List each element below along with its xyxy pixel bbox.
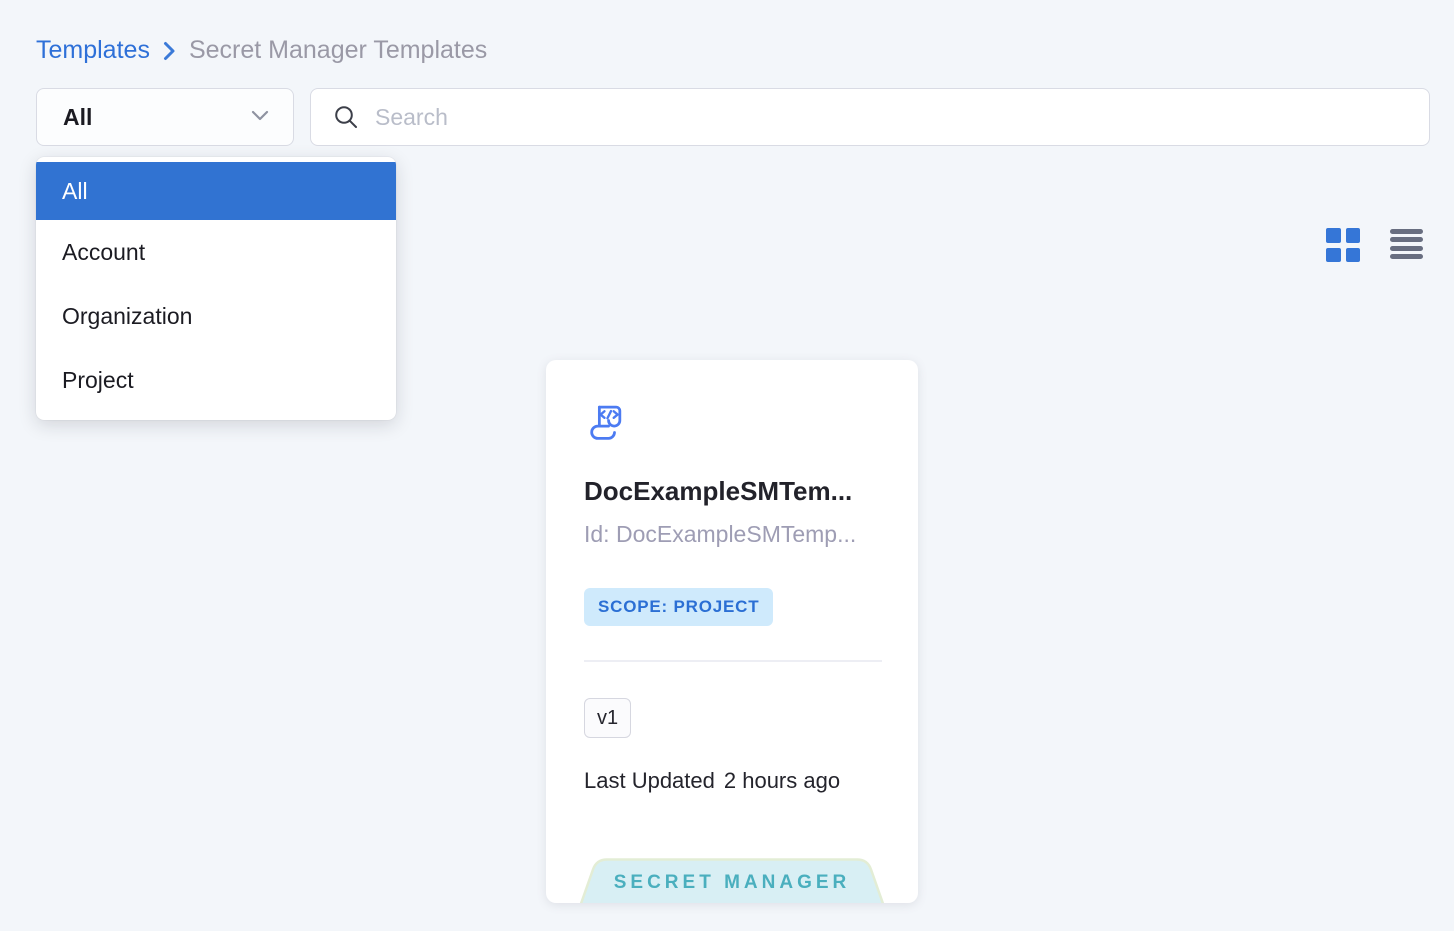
last-updated: Last Updated 2 hours ago [584, 768, 840, 794]
version-chip: v1 [584, 698, 631, 738]
grid-square [1346, 228, 1361, 243]
last-updated-label: Last Updated [584, 768, 715, 794]
list-view-icon[interactable] [1390, 228, 1423, 260]
grid-square [1346, 248, 1361, 263]
template-card[interactable]: DocExampleSMTem... Id: DocExampleSMTemp.… [546, 360, 918, 903]
list-bar [1390, 237, 1423, 242]
menu-item-project[interactable]: Project [36, 348, 396, 412]
breadcrumb-link-templates[interactable]: Templates [36, 36, 150, 65]
last-updated-value: 2 hours ago [724, 768, 840, 794]
search-icon [333, 104, 359, 130]
grid-square [1326, 248, 1341, 263]
list-bar [1390, 246, 1423, 251]
template-type-ribbon: SECRET MANAGER [577, 858, 887, 903]
template-title: DocExampleSMTem... [584, 476, 852, 507]
search-box[interactable] [310, 88, 1430, 146]
grid-square [1326, 228, 1341, 243]
view-toggle [1326, 228, 1423, 262]
scope-badge: SCOPE: PROJECT [584, 588, 773, 626]
breadcrumb-chevron-icon [163, 41, 176, 61]
scope-dropdown-menu: All Account Organization Project [36, 157, 396, 420]
card-divider [584, 660, 882, 662]
ribbon-label: SECRET MANAGER [577, 858, 887, 903]
menu-item-account[interactable]: Account [36, 220, 396, 284]
grid-view-icon[interactable] [1326, 228, 1360, 262]
menu-item-all[interactable]: All [36, 162, 396, 220]
breadcrumb: Templates Secret Manager Templates [36, 36, 487, 65]
chevron-down-icon [251, 108, 269, 126]
breadcrumb-current-page: Secret Manager Templates [189, 36, 487, 65]
scope-filter-value: All [63, 104, 92, 131]
menu-item-organization[interactable]: Organization [36, 284, 396, 348]
list-bar [1390, 254, 1423, 259]
script-template-icon [582, 400, 629, 448]
scope-filter-dropdown[interactable]: All [36, 88, 294, 146]
list-bar [1390, 229, 1423, 234]
template-id: Id: DocExampleSMTemp... [584, 521, 856, 548]
search-input[interactable] [375, 104, 1407, 131]
